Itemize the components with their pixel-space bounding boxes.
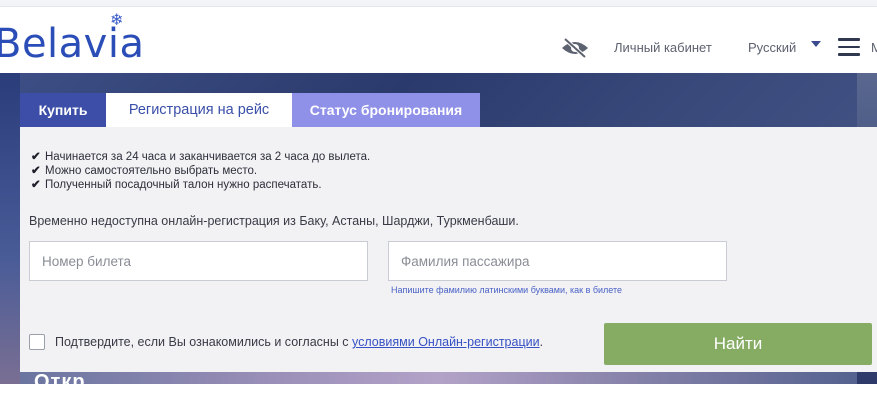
hero-caption: Откр bbox=[34, 371, 86, 393]
info-check-text: Можно самостоятельно выбрать место. bbox=[45, 165, 258, 177]
top-strip bbox=[0, 0, 877, 7]
info-check-3: ✔ Полученный посадочный талон нужно распе… bbox=[31, 178, 322, 192]
check-icon: ✔ bbox=[31, 179, 41, 191]
hero-background-left bbox=[0, 73, 20, 384]
tab-checkin[interactable]: Регистрация на рейс bbox=[106, 93, 292, 127]
chevron-down-icon[interactable] bbox=[811, 41, 821, 47]
surname-hint: Напишите фамилию латинскими буквами, как… bbox=[391, 285, 623, 295]
menu-label-truncated[interactable]: М bbox=[871, 40, 877, 55]
agree-checkbox[interactable] bbox=[29, 334, 45, 350]
snowflake-icon: ❄ bbox=[110, 12, 124, 29]
site-header: Belavia ❄ Личный кабинет Русский М bbox=[0, 7, 877, 73]
agree-label: Подтвердите, если Вы ознакомились и согл… bbox=[55, 335, 543, 350]
check-icon: ✔ bbox=[31, 165, 41, 177]
hamburger-menu-icon[interactable] bbox=[838, 38, 860, 56]
passenger-surname-input[interactable] bbox=[389, 242, 726, 280]
agree-end: . bbox=[539, 335, 544, 349]
agree-text: Подтвердите, если Вы ознакомились и согл… bbox=[55, 335, 353, 349]
unavailable-notice: Временно недоступна онлайн-регистрация и… bbox=[29, 214, 519, 228]
check-icon: ✔ bbox=[31, 151, 41, 163]
language-selector[interactable]: Русский bbox=[748, 40, 796, 56]
account-link[interactable]: Личный кабинет bbox=[614, 40, 712, 56]
search-button[interactable]: Найти bbox=[604, 323, 872, 365]
tab-booking-status[interactable]: Статус бронирования bbox=[292, 93, 480, 127]
info-check-1: ✔ Начинается за 24 часа и заканчивается з… bbox=[31, 150, 370, 164]
info-check-text: Полученный посадочный талон нужно распеч… bbox=[45, 179, 322, 191]
ticket-number-field[interactable] bbox=[29, 241, 368, 281]
info-check-2: ✔ Можно самостоятельно выбрать место. bbox=[31, 164, 257, 178]
passenger-surname-field[interactable] bbox=[388, 241, 727, 281]
tab-buy[interactable]: Купить bbox=[20, 93, 106, 127]
low-vision-eye-icon[interactable] bbox=[560, 37, 590, 59]
hero-background-bottom bbox=[20, 372, 857, 384]
info-check-text: Начинается за 24 часа и заканчивается за… bbox=[45, 151, 371, 163]
ticket-number-input[interactable] bbox=[30, 242, 367, 280]
terms-link[interactable]: условиями Онлайн-регистрации bbox=[352, 335, 540, 349]
